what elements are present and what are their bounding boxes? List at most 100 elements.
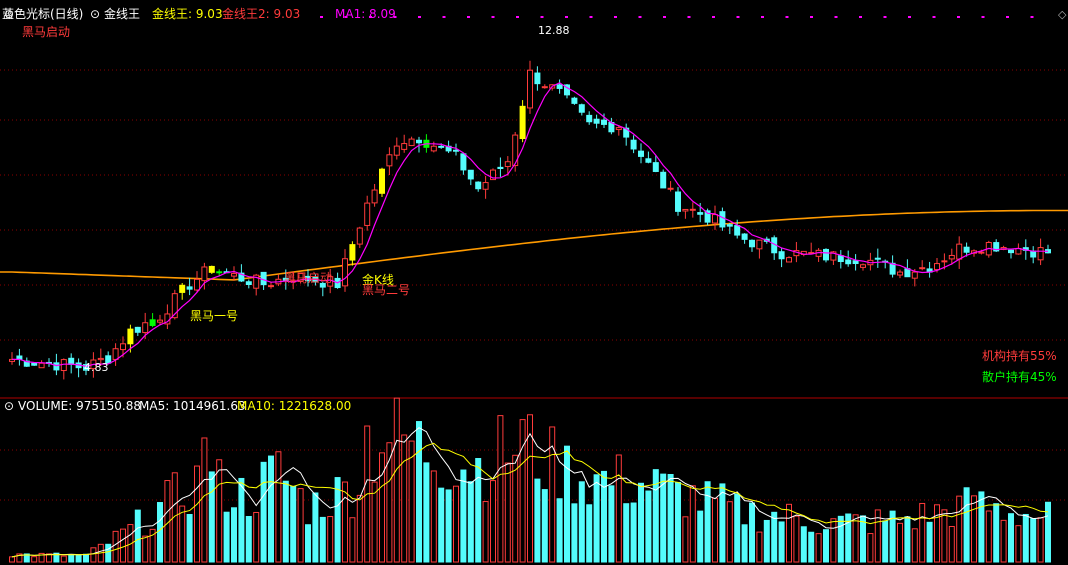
top-marker-0	[320, 16, 323, 18]
volume-bar-133	[993, 503, 1000, 563]
candle-body-63	[475, 181, 482, 190]
volume-bar-15	[120, 528, 126, 563]
signal-annotation-4: 黑马二号	[362, 283, 410, 297]
volume-bar-20	[157, 502, 163, 563]
volume-bar-13	[105, 543, 112, 563]
volume-bar-25	[194, 465, 200, 563]
volume-bar-101	[756, 531, 763, 563]
candle-body-51	[386, 154, 393, 167]
candle-body-79	[593, 118, 600, 124]
volume-bar-46	[349, 517, 356, 563]
volume-bar-32	[245, 516, 252, 563]
volume-bar-136	[1015, 525, 1022, 563]
volume-bar-98	[734, 493, 741, 563]
volume-bar-74	[556, 498, 563, 563]
candle-body-49	[371, 189, 378, 204]
candle-body-80	[601, 119, 607, 125]
candle-body-123	[919, 267, 926, 270]
candle-body-131	[978, 251, 985, 254]
candle-body-115	[860, 264, 866, 268]
volume-ma10-label: MA10: 1221628.00	[237, 399, 351, 413]
candle-body-85	[638, 150, 644, 157]
volume-bar-83	[623, 503, 630, 563]
volume-bar-9	[75, 554, 82, 563]
volume-bar-8	[68, 554, 75, 563]
volume-bar-77	[578, 481, 585, 563]
volume-bar-11	[90, 547, 97, 563]
volume-bar-75	[564, 445, 570, 563]
volume-bar-85	[638, 482, 644, 563]
volume-bar-65	[490, 480, 496, 563]
volume-bar-31	[238, 477, 245, 563]
volume-bar-24	[186, 514, 193, 563]
volume-bar-60	[453, 485, 459, 563]
volume-bar-42	[319, 516, 326, 563]
volume-bar-18	[142, 535, 149, 563]
candle-body-117	[874, 257, 881, 260]
volume-bar-88	[660, 473, 667, 563]
high-price-label: 12.88	[538, 24, 570, 37]
candle-body-78	[586, 114, 593, 123]
indicator-name-text: 蓝色光标(日线)	[2, 7, 83, 21]
restore-icon[interactable]: ◇	[1058, 8, 1067, 21]
volume-bar-130	[971, 495, 977, 563]
candle-body-76	[571, 97, 578, 104]
volume-bar-47	[356, 494, 363, 563]
volume-settings-icon[interactable]: ⊙	[4, 399, 14, 413]
volume-bar-82	[615, 454, 622, 563]
stock-chart: ⊙ 蓝色光标(日线) 蓝色光标(日线) ⊙ 金线王 金线王: 9.03 金线王2…	[0, 6, 1068, 563]
volume-bar-72	[541, 489, 548, 563]
top-marker-28	[1006, 16, 1009, 18]
signal-annotation-2: 黑马启动	[284, 271, 332, 285]
top-marker-13	[638, 16, 642, 18]
candle-body-139	[1037, 247, 1044, 261]
candle-body-26	[201, 266, 208, 282]
candle-body-50	[379, 168, 385, 194]
volume-bar-29	[223, 511, 230, 563]
volume-bar-58	[438, 487, 445, 563]
top-markers	[320, 16, 1034, 18]
volume-bar-14	[112, 530, 119, 563]
candle-body-95	[712, 214, 718, 224]
candle-body-99	[741, 233, 748, 240]
candle-body-18	[142, 322, 149, 334]
top-marker-5	[442, 16, 446, 18]
volume-bar-37	[282, 480, 289, 563]
top-marker-16	[712, 16, 715, 18]
volume-bar-66	[497, 415, 504, 563]
candle-body-114	[852, 260, 859, 265]
candle-body-17	[134, 326, 141, 333]
candle-body-71	[534, 72, 541, 85]
settings-icon[interactable]: ⊙	[90, 7, 100, 21]
volume-bar-69	[519, 419, 526, 563]
top-marker-6	[467, 16, 470, 18]
volume-bar-115	[860, 515, 866, 563]
volume-bar-116	[867, 533, 874, 563]
jxw-label: 金线王	[104, 6, 140, 21]
candle-body-82	[615, 127, 622, 131]
candle-body-100	[749, 239, 755, 248]
volume-bar-39	[297, 488, 304, 563]
candle-body-120	[897, 271, 903, 276]
candle-body-104	[778, 251, 785, 260]
volume-bar-105	[786, 503, 792, 563]
candle-body-20	[157, 319, 163, 323]
candle-body-34	[260, 271, 267, 286]
candle-body-52	[393, 145, 400, 156]
candle-body-77	[578, 104, 585, 113]
volume-bar-76	[571, 503, 578, 563]
volume-bar-135	[1008, 513, 1014, 563]
signal-annotation-1: 黑马一号	[190, 309, 238, 323]
candle-body-55	[416, 139, 422, 144]
volume-bar-86	[645, 490, 652, 563]
volume-bar-106	[793, 515, 800, 563]
volume-bar-17	[134, 509, 141, 563]
candle-body-58	[438, 145, 445, 148]
candle-body-110	[823, 248, 829, 261]
volume-bar-7	[60, 555, 67, 563]
volume-bar-67	[504, 462, 511, 563]
volume-bar-131	[978, 491, 985, 563]
volume-bar-27	[208, 471, 215, 563]
candle-body-87	[652, 162, 659, 172]
volume-bar-121	[904, 516, 911, 563]
